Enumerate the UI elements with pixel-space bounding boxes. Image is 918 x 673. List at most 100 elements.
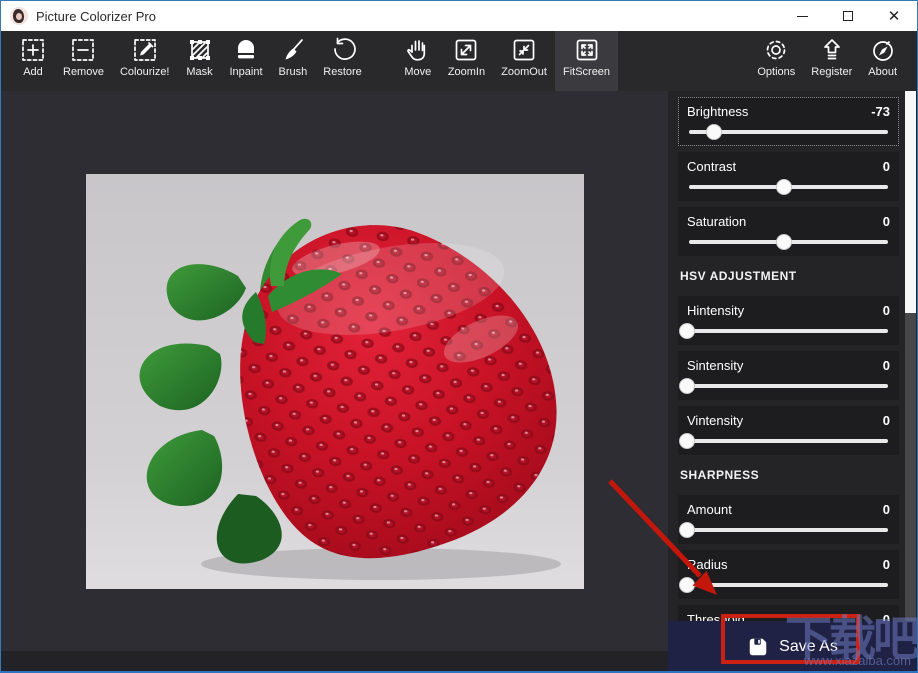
amount-value: 0: [883, 502, 890, 517]
window-controls: ✕: [779, 1, 917, 31]
remove-icon: [69, 36, 97, 64]
tool-label: Mask: [186, 66, 212, 78]
add-button[interactable]: Add: [11, 31, 55, 91]
radius-slider-group: Radius 0: [678, 550, 899, 599]
minimize-button[interactable]: [779, 1, 825, 31]
brush-icon: [279, 36, 307, 64]
hintensity-slider-group: Hintensity 0: [678, 296, 899, 345]
radius-track[interactable]: [689, 583, 888, 587]
close-button[interactable]: ✕: [871, 1, 917, 31]
colourize-button[interactable]: Colourize!: [112, 31, 178, 91]
tool-label: FitScreen: [563, 66, 610, 78]
vintensity-slider-group: Vintensity 0: [678, 406, 899, 455]
move-hand-icon: [404, 36, 432, 64]
amount-label: Amount: [687, 502, 732, 517]
sharpness-section-header: SHARPNESS: [678, 455, 899, 489]
contrast-value: 0: [883, 159, 890, 174]
amount-track[interactable]: [689, 528, 888, 532]
saturation-handle[interactable]: [776, 234, 792, 250]
strawberry-image: [86, 174, 584, 589]
toolbar-left-group: Add Remove Colourize!: [11, 31, 618, 91]
vintensity-value: 0: [883, 413, 890, 428]
sintensity-value: 0: [883, 358, 890, 373]
brightness-slider-group: Brightness -73: [678, 97, 899, 146]
inpaint-icon: [232, 36, 260, 64]
tool-label: Remove: [63, 66, 104, 78]
sidebar-scrollbar[interactable]: [905, 91, 916, 673]
brush-button[interactable]: Brush: [271, 31, 316, 91]
saturation-value: 0: [883, 214, 890, 229]
contrast-handle[interactable]: [776, 179, 792, 195]
vintensity-label: Vintensity: [687, 413, 743, 428]
saturation-label: Saturation: [687, 214, 746, 229]
amount-slider-group: Amount 0: [678, 495, 899, 544]
brightness-value: -73: [871, 104, 890, 119]
app-window: Picture Colorizer Pro ✕ Add Remove: [0, 0, 918, 673]
brightness-label: Brightness: [687, 104, 748, 119]
brightness-handle[interactable]: [706, 124, 722, 140]
radius-handle[interactable]: [679, 577, 695, 593]
minimize-icon: [797, 16, 808, 17]
toolbar: Add Remove Colourize!: [1, 31, 917, 91]
mask-button[interactable]: Mask: [178, 31, 222, 91]
restore-button[interactable]: Restore: [315, 31, 370, 91]
window-title: Picture Colorizer Pro: [36, 9, 156, 24]
hsv-section-header: HSV ADJUSTMENT: [678, 256, 899, 290]
about-button[interactable]: About: [860, 31, 905, 91]
zoom-out-icon: [510, 36, 538, 64]
maximize-icon: [843, 11, 853, 21]
tool-label: Options: [757, 66, 795, 78]
tool-label: Inpaint: [230, 66, 263, 78]
titlebar: Picture Colorizer Pro ✕: [1, 1, 917, 31]
save-panel: Save As: [668, 621, 918, 673]
mask-icon: [186, 36, 214, 64]
gear-icon: [762, 36, 790, 64]
save-as-label: Save As: [779, 638, 838, 656]
move-button[interactable]: Move: [396, 31, 440, 91]
zoom-in-button[interactable]: ZoomIn: [440, 31, 493, 91]
tool-label: Move: [404, 66, 431, 78]
hintensity-track[interactable]: [689, 329, 888, 333]
sintensity-track[interactable]: [689, 384, 888, 388]
colourize-icon: [131, 36, 159, 64]
zoom-out-button[interactable]: ZoomOut: [493, 31, 555, 91]
close-icon: ✕: [888, 9, 901, 24]
compass-icon: [869, 36, 897, 64]
add-icon: [19, 36, 47, 64]
hintensity-value: 0: [883, 303, 890, 318]
app-logo-icon: [10, 7, 28, 25]
register-up-icon: [818, 36, 846, 64]
toolbar-right-group: Options Register About: [749, 31, 905, 91]
contrast-slider-group: Contrast 0: [678, 152, 899, 201]
vintensity-track[interactable]: [689, 439, 888, 443]
tool-label: Colourize!: [120, 66, 170, 78]
vintensity-handle[interactable]: [679, 433, 695, 449]
maximize-button[interactable]: [825, 1, 871, 31]
hintensity-handle[interactable]: [679, 323, 695, 339]
radius-label: Radius: [687, 557, 727, 572]
zoom-in-icon: [452, 36, 480, 64]
canvas-area[interactable]: [1, 91, 668, 651]
saturation-slider-group: Saturation 0: [678, 207, 899, 256]
tool-label: Add: [23, 66, 43, 78]
sintensity-slider-group: Sintensity 0: [678, 351, 899, 400]
inpaint-button[interactable]: Inpaint: [222, 31, 271, 91]
save-floppy-icon: [747, 636, 769, 658]
tool-label: About: [868, 66, 897, 78]
tool-label: Brush: [279, 66, 308, 78]
save-as-button[interactable]: Save As: [710, 627, 875, 667]
sintensity-handle[interactable]: [679, 378, 695, 394]
remove-button[interactable]: Remove: [55, 31, 112, 91]
restore-icon: [329, 36, 357, 64]
options-button[interactable]: Options: [749, 31, 803, 91]
scrollbar-thumb[interactable]: [905, 91, 916, 313]
tool-label: ZoomOut: [501, 66, 547, 78]
amount-handle[interactable]: [679, 522, 695, 538]
fit-screen-icon: [573, 36, 601, 64]
adjustments-sidebar: Brightness -73 Contrast 0 Saturation 0: [668, 91, 918, 673]
tool-label: ZoomIn: [448, 66, 485, 78]
tool-label: Register: [811, 66, 852, 78]
radius-value: 0: [883, 557, 890, 572]
register-button[interactable]: Register: [803, 31, 860, 91]
fit-screen-button[interactable]: FitScreen: [555, 31, 618, 91]
